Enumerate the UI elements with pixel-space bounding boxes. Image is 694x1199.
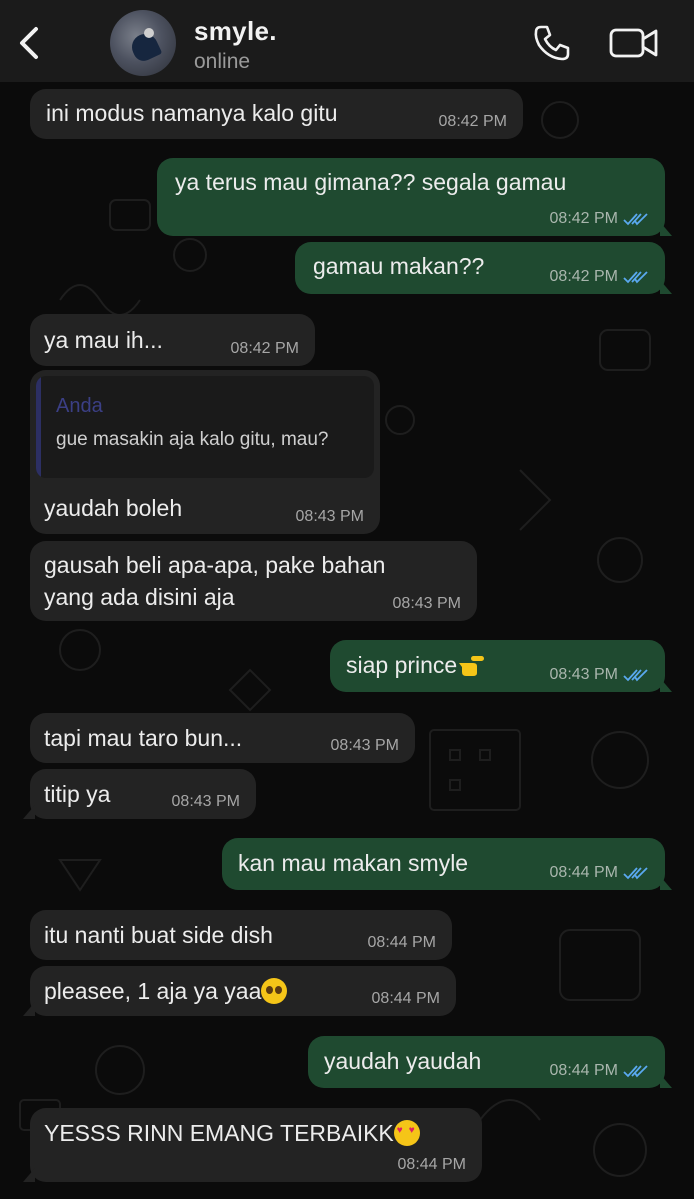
message-meta: 08:44 PM	[398, 1156, 466, 1174]
message-bubble-incoming[interactable]: titip ya 08:43 PM	[23, 769, 256, 819]
quote-accent-bar	[36, 376, 41, 478]
bubble-tail	[660, 876, 672, 890]
message-time: 08:42 PM	[438, 113, 507, 130]
message-bubble-outgoing[interactable]: gamau makan?? 08:42 PM	[295, 242, 672, 294]
message-time: 08:42 PM	[230, 340, 299, 357]
message-meta: 08:42 PM	[550, 268, 649, 286]
bubble-tail	[23, 805, 35, 819]
message-meta: 08:44 PM	[550, 864, 649, 882]
voice-call-button[interactable]	[528, 22, 576, 64]
message-time: 08:43 PM	[295, 508, 364, 525]
message-meta: 08:42 PM	[231, 340, 299, 358]
message-meta: 08:43 PM	[550, 666, 649, 684]
message-time: 08:44 PM	[549, 1062, 618, 1079]
message-time: 08:42 PM	[549, 268, 618, 285]
quoted-sender-name: Anda	[56, 395, 103, 417]
message-bubble-incoming[interactable]: gausah beli apa-apa, pake bahan yang ada…	[30, 541, 477, 621]
message-meta: 08:43 PM	[331, 737, 399, 755]
message-bubble-outgoing[interactable]: siap prince 08:43 PM	[330, 640, 672, 692]
heart-eyes-emoji: ♥ ♥	[393, 1120, 420, 1146]
message-text-content: siap prince	[346, 652, 458, 678]
message-bubble-incoming[interactable]: ini modus namanya kalo gitu 08:42 PM	[30, 89, 523, 139]
message-time: 08:44 PM	[367, 934, 436, 951]
message-bubble-incoming[interactable]: tapi mau taro bun... 08:43 PM	[30, 713, 415, 763]
contact-status: online	[194, 50, 251, 73]
message-text: yaudah boleh	[44, 495, 183, 521]
message-meta: 08:43 PM	[296, 508, 364, 526]
contact-name[interactable]: smyle.	[194, 16, 277, 47]
message-text: pleasee, 1 aja ya yaa	[44, 978, 288, 1004]
double-check-read-icon	[623, 1065, 648, 1078]
message-time: 08:43 PM	[392, 595, 461, 612]
message-bubble-incoming-reply[interactable]: Anda gue masakin aja kalo gitu, mau? yau…	[30, 370, 380, 534]
bubble-tail	[660, 280, 672, 294]
message-bubble-incoming[interactable]: ya mau ih... 08:42 PM	[30, 314, 315, 366]
bubble-tail	[23, 1168, 35, 1182]
message-time: 08:43 PM	[171, 793, 240, 810]
message-meta: 08:43 PM	[172, 793, 240, 811]
message-time: 08:43 PM	[549, 666, 618, 683]
quoted-text: gue masakin aja kalo gitu, mau?	[56, 429, 329, 450]
message-bubble-outgoing[interactable]: yaudah yaudah 08:44 PM	[308, 1036, 672, 1088]
contact-avatar[interactable]	[110, 10, 176, 76]
double-check-read-icon	[623, 271, 648, 284]
message-text: siap prince	[346, 652, 485, 678]
bubble-tail	[660, 222, 672, 236]
double-check-read-icon	[623, 213, 648, 226]
bubble-tail	[660, 1074, 672, 1088]
message-bubble-outgoing[interactable]: kan mau makan smyle 08:44 PM	[222, 838, 672, 890]
avatar-figure-head	[144, 28, 154, 38]
chat-header: smyle. online	[0, 0, 694, 82]
message-bubble-outgoing[interactable]: ya terus mau gimana?? segala gamau 08:42…	[157, 158, 672, 236]
pointing-hand-emoji	[457, 653, 485, 677]
bubble-tail	[23, 1002, 35, 1016]
message-text: YESSS RINN EMANG TERBAIKK ♥ ♥	[44, 1120, 420, 1146]
message-text-content: YESSS RINN EMANG TERBAIKK	[44, 1120, 394, 1146]
pleading-face-emoji	[261, 978, 288, 1004]
phone-icon	[534, 25, 570, 61]
message-time: 08:44 PM	[549, 864, 618, 881]
chevron-left-icon	[20, 27, 38, 59]
message-meta: 08:42 PM	[439, 113, 507, 131]
video-call-button[interactable]	[606, 22, 662, 64]
message-meta: 08:43 PM	[393, 595, 461, 613]
message-time: 08:43 PM	[330, 737, 399, 754]
message-text: ya terus mau gimana?? segala gamau	[175, 169, 567, 195]
message-bubble-incoming[interactable]: itu nanti buat side dish 08:44 PM	[30, 910, 452, 960]
message-text-content: pleasee, 1 aja ya yaa	[44, 978, 262, 1004]
bubble-tail	[660, 678, 672, 692]
message-bubble-incoming[interactable]: YESSS RINN EMANG TERBAIKK ♥ ♥ 08:44 PM	[23, 1108, 482, 1182]
back-button[interactable]	[12, 22, 46, 64]
message-time: 08:44 PM	[397, 1156, 466, 1173]
message-bubble-incoming[interactable]: pleasee, 1 aja ya yaa 08:44 PM	[23, 966, 456, 1016]
message-time: 08:44 PM	[371, 990, 440, 1007]
quoted-message[interactable]: Anda gue masakin aja kalo gitu, mau?	[36, 376, 374, 478]
double-check-read-icon	[623, 669, 648, 682]
message-meta: 08:44 PM	[372, 990, 440, 1008]
message-meta: 08:42 PM	[550, 210, 649, 228]
message-meta: 08:44 PM	[550, 1062, 649, 1080]
video-camera-icon	[609, 28, 658, 58]
double-check-read-icon	[623, 867, 648, 880]
message-meta: 08:44 PM	[368, 934, 436, 952]
message-time: 08:42 PM	[549, 210, 618, 227]
